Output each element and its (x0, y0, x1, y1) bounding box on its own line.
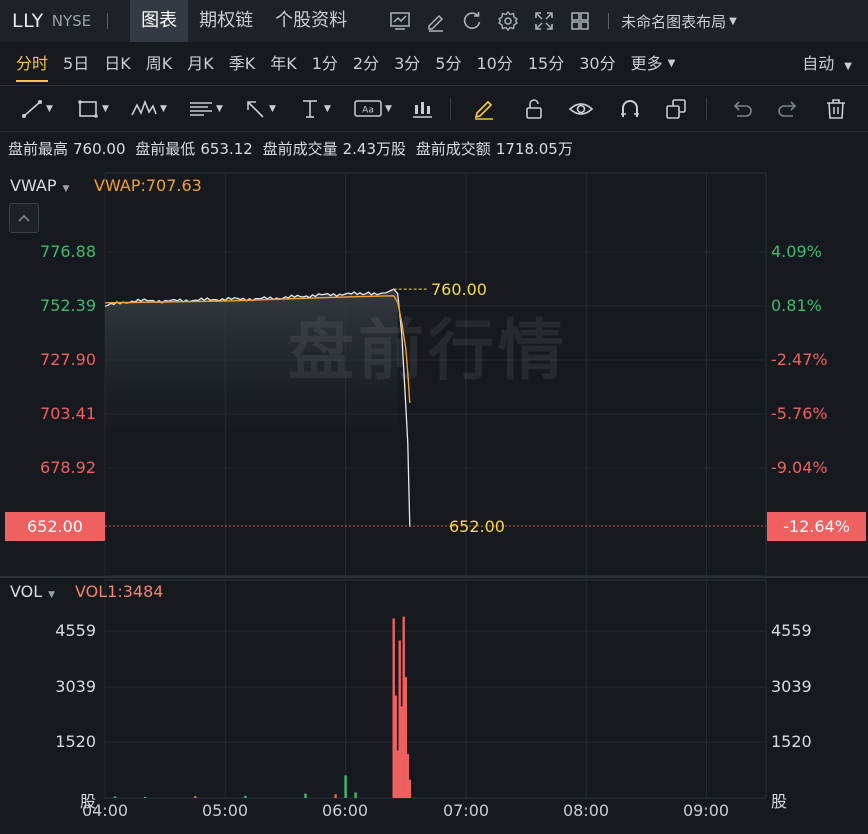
volume-bar (344, 775, 347, 798)
volume-bar (113, 796, 117, 798)
volume-axis-unit-right: 股 (771, 792, 788, 811)
volume-axis-tick-right: 4559 (771, 621, 812, 640)
volume-axis-tick: 3039 (55, 677, 96, 696)
price-axis-tick: 703.41 (40, 404, 96, 423)
volume-bar (143, 796, 147, 798)
time-axis-tick: 04:00 (81, 801, 129, 820)
pct-axis-tick: 4.09% (771, 242, 822, 261)
vwap-value: VWAP:707.63 (94, 176, 202, 195)
chart-grid (0, 172, 868, 799)
price-axis-tick: 727.90 (40, 350, 96, 369)
price-volume-chart[interactable] (0, 0, 868, 834)
current-price-tag: 652.00 (5, 512, 105, 541)
price-indicator-name: VWAP (10, 176, 57, 195)
volume-axis-tick: 1520 (55, 732, 96, 751)
volume-axis-tick-right: 3039 (771, 677, 812, 696)
collapse-panel-button[interactable] (9, 203, 39, 233)
chevron-up-icon (18, 214, 30, 222)
volume-bar (402, 616, 405, 798)
current-pct-tag: -12.64% (767, 512, 866, 541)
volume-bar (334, 794, 337, 798)
time-axis-tick: 05:00 (201, 801, 249, 820)
chevron-down-icon: ▼ (62, 184, 70, 194)
price-axis-tick: 752.39 (40, 296, 96, 315)
volume-panel-frame (104, 579, 767, 799)
price-axis-tick: 776.88 (40, 242, 96, 261)
volume-indicator-selector[interactable]: VOL ▼ (10, 582, 55, 601)
time-axis-tick: 09:00 (682, 801, 730, 820)
chevron-down-icon: ▼ (48, 590, 56, 600)
time-axis-tick: 08:00 (562, 801, 610, 820)
pct-axis-tick: 0.81% (771, 296, 822, 315)
volume-bar (408, 779, 411, 798)
price-indicator-selector[interactable]: VWAP ▼ (10, 176, 69, 195)
volume-bars (113, 616, 411, 798)
low-price-annotation: 652.00 (449, 517, 505, 536)
volume-bar (354, 792, 357, 798)
pct-axis-tick: -9.04% (771, 458, 828, 477)
volume-indicator-name: VOL (10, 582, 43, 601)
high-price-annotation: 760.00 (431, 280, 487, 299)
volume-bar (194, 796, 197, 798)
volume-bar (244, 795, 247, 798)
time-axis-tick: 06:00 (321, 801, 369, 820)
pct-axis-tick: -5.76% (771, 404, 828, 423)
volume-value: VOL1:3484 (75, 582, 164, 601)
time-axis-tick: 07:00 (442, 801, 490, 820)
volume-axis-tick: 4559 (55, 621, 96, 640)
pct-axis-tick: -2.47% (771, 350, 828, 369)
price-axis-tick: 678.92 (40, 458, 96, 477)
volume-bar (304, 793, 307, 798)
volume-axis-tick-right: 1520 (771, 732, 812, 751)
premarket-watermark: 盘前行情 (288, 312, 568, 389)
